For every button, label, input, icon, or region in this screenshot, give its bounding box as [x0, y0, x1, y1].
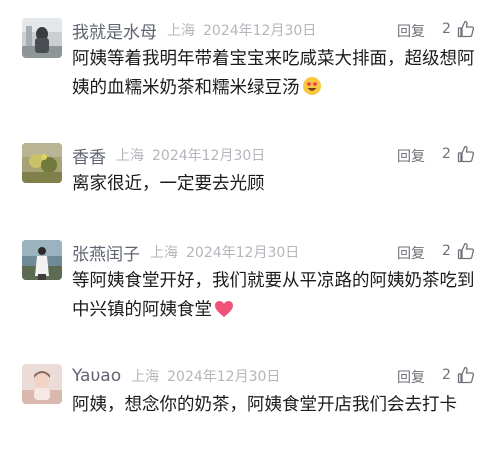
like-count: 2	[442, 367, 451, 383]
heart-eyes-face-icon	[302, 76, 322, 106]
comment-header: 张燕闰子 上海 2024年12月30日	[72, 240, 300, 265]
location: 上海	[167, 23, 195, 39]
avatar[interactable]	[22, 18, 62, 58]
username[interactable]: Yaυao	[72, 366, 121, 386]
thumbs-up-icon[interactable]	[456, 144, 476, 164]
reply-button[interactable]: 回复	[397, 146, 425, 166]
comment-text: 阿姨等着我明年带着宝宝来吃咸菜大排面，超级想阿姨的血糯米奶茶和糯米绿豆汤	[72, 45, 480, 106]
comment-text: 阿姨，想念你的奶茶，阿姨食堂开店我们会去打卡	[72, 391, 480, 420]
timestamp: 2024年12月30日	[203, 23, 317, 39]
username[interactable]: 张燕闰子	[72, 240, 140, 265]
comment-text-content: 等阿姨食堂开好，我们就要从平凉路的阿姨奶茶吃到中兴镇的阿姨食堂	[72, 271, 475, 320]
comment-header: 香香 上海 2024年12月30日	[72, 143, 266, 168]
comment-text-content: 阿姨，想念你的奶茶，阿姨食堂开店我们会去打卡	[72, 395, 457, 415]
timestamp: 2024年12月30日	[186, 245, 300, 261]
username[interactable]: 我就是水母	[72, 18, 157, 43]
comment-text: 离家很近，一定要去光顾	[72, 170, 480, 199]
like-count: 2	[442, 21, 451, 37]
timestamp: 2024年12月30日	[152, 148, 266, 164]
comment-text-content: 阿姨等着我明年带着宝宝来吃咸菜大排面，超级想阿姨的血糯米奶茶和糯米绿豆汤	[72, 49, 475, 98]
reply-button[interactable]: 回复	[397, 243, 425, 263]
reply-button[interactable]: 回复	[397, 21, 425, 41]
timestamp: 2024年12月30日	[167, 369, 281, 385]
reply-button[interactable]: 回复	[397, 367, 425, 387]
username[interactable]: 香香	[72, 143, 106, 168]
like-count: 2	[442, 146, 451, 162]
comment-header: Yaυao 上海 2024年12月30日	[72, 364, 280, 388]
pink-heart-icon	[214, 299, 234, 328]
comment-header: 我就是水母 上海 2024年12月30日	[72, 18, 317, 43]
location: 上海	[150, 245, 178, 261]
location: 上海	[131, 369, 160, 385]
thumbs-up-icon[interactable]	[456, 365, 476, 385]
like-count: 2	[442, 243, 451, 259]
thumbs-up-icon[interactable]	[456, 241, 476, 261]
avatar[interactable]	[22, 143, 62, 183]
comment-text-content: 离家很近，一定要去光顾	[72, 174, 265, 194]
avatar[interactable]	[22, 240, 62, 280]
thumbs-up-icon[interactable]	[456, 19, 476, 39]
avatar[interactable]	[22, 364, 62, 404]
location: 上海	[116, 148, 144, 164]
comment-text: 等阿姨食堂开好，我们就要从平凉路的阿姨奶茶吃到中兴镇的阿姨食堂	[72, 267, 480, 328]
